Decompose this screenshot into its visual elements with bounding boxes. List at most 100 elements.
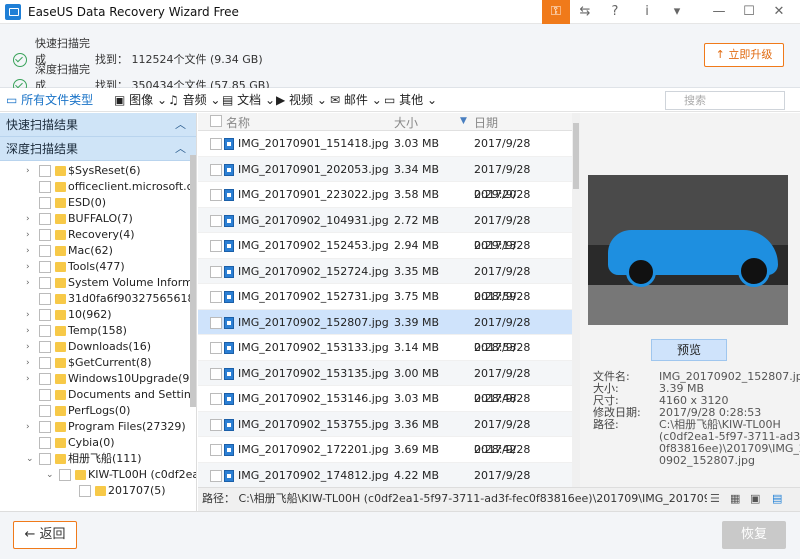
tree-checkbox[interactable]: [59, 469, 71, 481]
maximize-button[interactable]: ☐: [736, 0, 762, 24]
table-row[interactable]: IMG_20170902_152724.jpg 3.35 MB 2017/9/28 …: [198, 258, 572, 303]
tree-item[interactable]: PerfLogs(0): [0, 403, 196, 419]
tree-item[interactable]: › $SysReset(6): [0, 163, 196, 179]
filter-mail[interactable]: ✉ 邮件 ⌄: [330, 91, 382, 109]
info-icon[interactable]: i: [634, 0, 660, 24]
table-row[interactable]: IMG_20170902_152807.jpg 3.39 MB 2017/9/28 …: [198, 309, 572, 354]
tree-checkbox[interactable]: [39, 293, 51, 305]
row-checkbox[interactable]: [210, 214, 222, 227]
expand-arrow-icon[interactable]: ›: [26, 323, 36, 339]
tree-item[interactable]: › Recovery(4): [0, 227, 196, 243]
select-all-checkbox[interactable]: [210, 115, 222, 127]
table-scrollbar[interactable]: [572, 113, 580, 511]
tree-item[interactable]: › System Volume Informatio: [0, 275, 196, 291]
table-row[interactable]: IMG_20170902_104931.jpg 2.72 MB 2017/9/28 …: [198, 207, 572, 252]
table-row[interactable]: IMG_20170902_153135.jpg 3.00 MB 2017/9/28 …: [198, 360, 572, 405]
tree-checkbox[interactable]: [39, 229, 51, 241]
tree-item[interactable]: officeclient.microsoft.com(: [0, 179, 196, 195]
row-checkbox[interactable]: [210, 291, 222, 303]
tree-checkbox[interactable]: [39, 341, 51, 353]
deep-scan-results-header[interactable]: 深度扫描结果 ︿: [0, 137, 196, 161]
table-row[interactable]: IMG_20170902_153133.jpg 3.14 MB 2017/9/28 …: [198, 335, 572, 379]
filter-audio[interactable]: ♫ 音频 ⌄: [168, 91, 220, 109]
tree-checkbox[interactable]: [39, 181, 51, 193]
tree-item[interactable]: ⌄ KIW-TL00H (c0df2ea1: [0, 467, 196, 483]
expand-arrow-icon[interactable]: ›: [26, 211, 36, 227]
expand-arrow-icon[interactable]: ›: [26, 243, 36, 259]
tree-item[interactable]: Cybia(0): [0, 435, 196, 451]
table-row[interactable]: IMG_20170902_153755.jpg 3.36 MB 2017/9/28 …: [198, 411, 572, 456]
tree-checkbox[interactable]: [39, 213, 51, 225]
tree-checkbox[interactable]: [39, 245, 51, 257]
tree-scrollbar[interactable]: [190, 155, 196, 407]
tree-item[interactable]: › Downloads(16): [0, 339, 196, 355]
row-checkbox[interactable]: [210, 469, 222, 482]
share-icon[interactable]: ⇆: [572, 0, 598, 24]
column-date[interactable]: 日期: [474, 114, 498, 131]
column-name[interactable]: 名称: [226, 114, 250, 131]
tree-checkbox[interactable]: [39, 437, 51, 449]
expand-arrow-icon[interactable]: ›: [26, 259, 36, 275]
column-size[interactable]: 大小: [394, 114, 418, 131]
key-icon[interactable]: ⚿: [542, 0, 570, 24]
expand-arrow-icon[interactable]: ›: [26, 307, 36, 323]
search-input[interactable]: 搜索: [665, 91, 785, 110]
tree-checkbox[interactable]: [39, 197, 51, 209]
expand-arrow-icon[interactable]: ›: [26, 163, 36, 179]
tree-item[interactable]: Documents and Settings(0): [0, 387, 196, 403]
tree-item[interactable]: › Temp(158): [0, 323, 196, 339]
tree-item[interactable]: 201707(5): [0, 483, 196, 499]
row-checkbox[interactable]: [210, 342, 222, 354]
expand-arrow-icon[interactable]: ›: [26, 227, 36, 243]
row-checkbox[interactable]: [210, 316, 222, 329]
menu-icon[interactable]: ▾: [664, 0, 690, 24]
recover-button[interactable]: 恢复: [722, 521, 786, 549]
upgrade-button[interactable]: ↑ 立即升级: [704, 43, 784, 67]
large-icon-view-icon[interactable]: ▣: [750, 493, 762, 505]
table-row[interactable]: IMG_20170902_152731.jpg 3.75 MB 2017/9/28 …: [198, 284, 572, 328]
minimize-button[interactable]: —: [706, 0, 732, 24]
row-checkbox[interactable]: [210, 367, 222, 380]
tree-checkbox[interactable]: [39, 309, 51, 321]
table-row[interactable]: IMG_20170901_202053.jpg 3.34 MB 2017/9/28 …: [198, 156, 572, 201]
table-row[interactable]: IMG_20170901_151418.jpg 3.03 MB 2017/9/28 …: [198, 131, 572, 175]
tree-item[interactable]: ESD(0): [0, 195, 196, 211]
expand-arrow-icon[interactable]: ›: [26, 371, 36, 387]
detail-view-icon[interactable]: ▤: [772, 493, 784, 505]
row-checkbox[interactable]: [210, 240, 222, 252]
table-row[interactable]: IMG_20170902_172201.jpg 3.69 MB 2017/9/28 …: [198, 437, 572, 481]
grid-view-icon[interactable]: ▦: [730, 493, 742, 505]
expand-arrow-icon[interactable]: ›: [26, 419, 36, 435]
table-row[interactable]: IMG_20170902_153146.jpg 3.03 MB 2017/9/28 …: [198, 386, 572, 430]
tree-checkbox[interactable]: [39, 453, 51, 465]
table-row[interactable]: IMG_20170902_174812.jpg 4.22 MB 2017/9/28 …: [198, 462, 572, 507]
row-checkbox[interactable]: [210, 138, 222, 150]
tree-checkbox[interactable]: [39, 421, 51, 433]
expand-arrow-icon[interactable]: ›: [26, 355, 36, 371]
tree-item[interactable]: 31d0fa6f90327565618f(0): [0, 291, 196, 307]
tree-checkbox[interactable]: [39, 357, 51, 369]
tree-checkbox[interactable]: [39, 389, 51, 401]
filter-all-types[interactable]: ▭ 所有文件类型: [6, 91, 93, 109]
row-checkbox[interactable]: [210, 163, 222, 176]
table-row[interactable]: IMG_20170901_223022.jpg 3.58 MB 2017/9/28 …: [198, 182, 572, 226]
tree-item[interactable]: ⌄ 相册飞船(111): [0, 451, 196, 467]
close-button[interactable]: ✕: [766, 0, 792, 24]
expand-arrow-icon[interactable]: ⌄: [46, 467, 56, 483]
tree-item[interactable]: › Windows10Upgrade(96): [0, 371, 196, 387]
expand-arrow-icon[interactable]: ›: [26, 339, 36, 355]
filter-image[interactable]: ▣ 图像 ⌄: [114, 91, 167, 109]
filter-other[interactable]: ▭ 其他 ⌄: [384, 91, 437, 109]
tree-checkbox[interactable]: [39, 373, 51, 385]
tree-item[interactable]: › Tools(477): [0, 259, 196, 275]
tree-checkbox[interactable]: [39, 405, 51, 417]
row-checkbox[interactable]: [210, 444, 222, 456]
list-view-icon[interactable]: ☰: [710, 493, 722, 505]
tree-checkbox[interactable]: [39, 277, 51, 289]
row-checkbox[interactable]: [210, 265, 222, 278]
back-button[interactable]: ← 返回: [13, 521, 77, 549]
filter-video[interactable]: ▶ 视频 ⌄: [276, 91, 327, 109]
expand-arrow-icon[interactable]: ›: [26, 275, 36, 291]
expand-arrow-icon[interactable]: ⌄: [26, 451, 36, 467]
table-row[interactable]: IMG_20170902_152453.jpg 2.94 MB 2017/9/28 …: [198, 233, 572, 277]
